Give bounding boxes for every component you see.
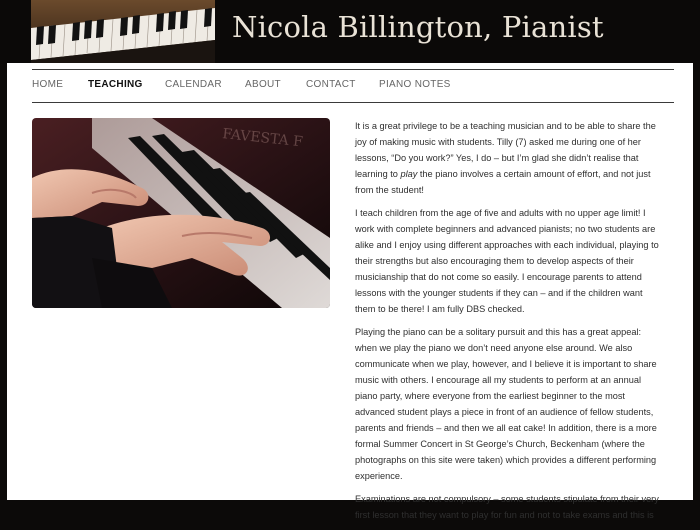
nav-item-piano-notes[interactable]: PIANO NOTES xyxy=(379,79,451,90)
paragraph-3: Playing the piano can be a solitary purs… xyxy=(355,327,657,481)
nav-bottom-rule xyxy=(32,102,674,103)
nav-item-about[interactable]: ABOUT xyxy=(245,79,281,90)
nav-item-home[interactable]: HOME xyxy=(32,79,63,90)
paragraph-1-emphasis: play xyxy=(400,169,418,179)
teaching-text: It is a great privilege to be a teaching… xyxy=(355,118,661,530)
hero-piano-photo: FAVESTA F xyxy=(32,118,330,308)
banner-piano-image xyxy=(31,0,215,64)
nav-top-rule xyxy=(32,69,674,70)
nav-item-teaching[interactable]: TEACHING xyxy=(88,79,143,90)
site-title[interactable]: Nicola Billington, Pianist xyxy=(232,10,604,44)
page-content: HOME TEACHING CALENDAR ABOUT CONTACT PIA… xyxy=(7,63,693,520)
nav-item-contact[interactable]: CONTACT xyxy=(306,79,356,90)
site-header: Nicola Billington, Pianist xyxy=(0,0,700,64)
paragraph-2: I teach children from the age of five an… xyxy=(355,208,659,314)
paragraph-4: Examinations are not compulsory – some s… xyxy=(355,494,659,520)
nav-item-calendar[interactable]: CALENDAR xyxy=(165,79,222,90)
paragraph-1: It is a great privilege to be a teaching… xyxy=(355,118,661,198)
